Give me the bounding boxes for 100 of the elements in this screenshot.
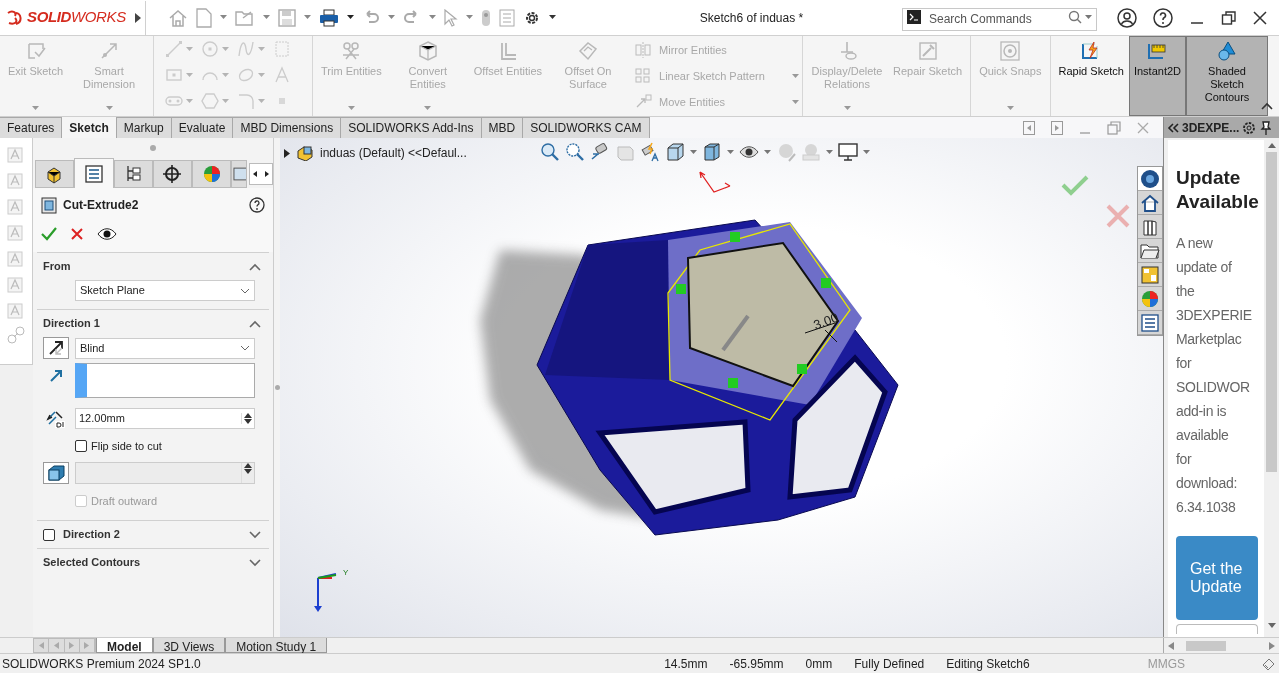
app-logo: SOLIDWORKS [27, 7, 126, 28]
previous-view-icon[interactable] [1023, 120, 1035, 135]
double-chevron-icon[interactable] [1167, 122, 1179, 133]
home-icon[interactable] [1140, 192, 1160, 213]
nav-last-icon[interactable] [83, 642, 90, 649]
previous-view-icon[interactable] [590, 142, 610, 162]
pointer-icon[interactable] [444, 8, 458, 27]
open-folder-icon[interactable] [235, 8, 255, 27]
ok-icon[interactable] [41, 227, 57, 241]
appearance-icon[interactable] [776, 142, 796, 162]
zoom-area-icon[interactable] [565, 142, 585, 162]
globe-icon[interactable] [1140, 168, 1160, 189]
panel-title: Cut-Extrude2 [63, 197, 139, 214]
terminal-icon [907, 10, 921, 24]
user-icon[interactable] [1117, 7, 1137, 28]
panel-tab[interactable] [35, 160, 75, 188]
print-icon[interactable] [319, 8, 339, 27]
text-frame-icon[interactable] [7, 300, 25, 319]
expand-icon[interactable] [249, 530, 261, 539]
property-list-icon[interactable] [1140, 312, 1160, 333]
preview-icon[interactable] [97, 228, 117, 240]
close-icon[interactable] [1253, 10, 1267, 25]
nav-first-icon[interactable] [38, 642, 45, 649]
expand-arrow-icon[interactable] [284, 148, 290, 158]
ribbon-button[interactable]: Shaded Sketch Contours [1186, 36, 1269, 116]
status-text: 14.5mm [664, 655, 708, 673]
command-tab[interactable]: SOLIDWORKS CAM [523, 117, 650, 138]
tree-item[interactable]: induas (Default) <<Defaul... [320, 144, 467, 162]
view-cube-icon[interactable] [665, 142, 685, 162]
collapse-icon[interactable] [249, 319, 261, 328]
status-text: Fully Defined [854, 655, 925, 673]
new-document-icon[interactable] [196, 7, 212, 28]
checkbox[interactable] [43, 528, 55, 541]
zoom-to-fit-icon[interactable] [540, 142, 560, 162]
print-template-icon[interactable] [7, 274, 25, 293]
restore-icon[interactable] [1221, 9, 1237, 26]
ribbon-button[interactable]: Instant2D [1128, 36, 1187, 116]
ribbon-button[interactable]: Rapid Sketch [1053, 36, 1129, 116]
status-text: SOLIDWORKS Premium 2024 SP1.0 [2, 655, 201, 673]
secondary-button[interactable] [1176, 624, 1258, 634]
scrollbar-thumb[interactable] [1266, 152, 1277, 472]
pin-icon[interactable] [1259, 120, 1272, 135]
search-field[interactable]: Search Commands [902, 7, 1097, 31]
spin-up-icon[interactable] [244, 413, 252, 418]
help-icon[interactable] [249, 197, 265, 213]
panel-tab[interactable] [113, 160, 153, 188]
next-view-icon[interactable] [1051, 120, 1063, 135]
command-tab[interactable]: MBD Dimensions [233, 117, 342, 138]
help-icon[interactable] [1153, 7, 1173, 28]
window-title: Sketch6 of induas * [699, 10, 804, 25]
direction-arrow-icon[interactable] [47, 339, 65, 357]
save-icon[interactable] [278, 8, 296, 27]
cut-extrude-icon [41, 196, 57, 214]
text-icon[interactable] [7, 144, 25, 163]
view-tab[interactable]: Model [96, 638, 153, 653]
collapse-icon[interactable] [249, 262, 261, 271]
link-icon[interactable] [7, 326, 25, 345]
spin-up-icon[interactable] [244, 463, 252, 468]
expand-arrow-icon[interactable] [135, 12, 141, 23]
view-tab[interactable]: 3D Views [152, 638, 226, 653]
dynamic-annotation-icon[interactable] [640, 142, 660, 162]
caret-icon[interactable] [549, 15, 556, 20]
display-style-icon[interactable] [702, 142, 722, 162]
spin-down-icon[interactable] [244, 469, 252, 474]
text-toggle-icon[interactable] [7, 248, 25, 267]
text-add-icon[interactable] [7, 222, 25, 241]
draft-block-icon[interactable] [47, 465, 65, 481]
command-tab[interactable]: Markup [116, 117, 172, 138]
quick-tip-icon[interactable] [1261, 656, 1275, 671]
nav-next-icon[interactable] [68, 642, 75, 649]
caret-icon[interactable] [347, 15, 354, 20]
layout-icon[interactable] [1140, 264, 1160, 285]
depth-field[interactable]: 12.00mm [75, 408, 255, 429]
expand-icon[interactable] [249, 558, 261, 567]
collapse-ribbon-icon[interactable] [1261, 102, 1273, 110]
get-update-button[interactable]: Get the Update [1176, 536, 1258, 620]
checkbox[interactable] [75, 440, 87, 452]
scrollbar-thumb[interactable] [1186, 640, 1226, 651]
spin-down-icon[interactable] [244, 419, 252, 424]
monitor-icon[interactable] [838, 142, 858, 162]
toggle-icon[interactable] [481, 8, 491, 27]
cancel-icon[interactable] [71, 228, 83, 240]
color-ball-icon[interactable] [1140, 288, 1160, 309]
section-title: Direction 2 [63, 527, 120, 543]
command-tab[interactable]: Features [0, 117, 63, 138]
command-tab[interactable]: SOLIDWORKS Add-Ins [341, 117, 482, 138]
nav-previous-icon[interactable] [53, 642, 60, 649]
dropdown[interactable]: Sketch Plane [75, 280, 255, 301]
panel-tab[interactable] [152, 160, 192, 188]
view-tab[interactable]: Motion Study 1 [225, 638, 328, 653]
command-tab[interactable]: Sketch [62, 117, 117, 138]
text-edit-icon[interactable] [7, 170, 25, 189]
settings-icon[interactable] [1242, 120, 1257, 135]
selection-box[interactable] [75, 363, 255, 398]
command-tab[interactable]: Evaluate [171, 117, 234, 138]
search-icon[interactable] [1068, 10, 1082, 24]
dropdown[interactable]: Blind [75, 337, 255, 359]
checkbox-label: Flip side to cut [91, 438, 162, 454]
command-tab[interactable]: MBD [481, 117, 524, 138]
draft-angle-field[interactable] [75, 462, 255, 484]
